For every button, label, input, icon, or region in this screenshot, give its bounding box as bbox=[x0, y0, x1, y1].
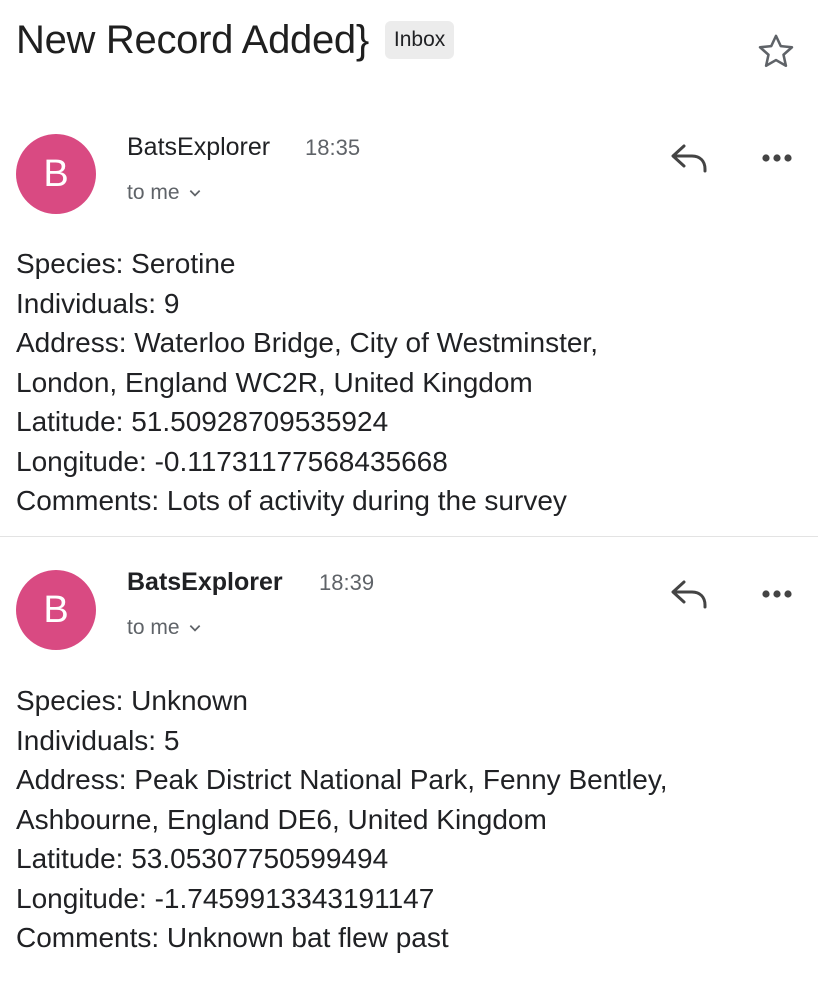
message-time: 18:35 bbox=[305, 135, 361, 160]
subject-row: New Record Added} Inbox bbox=[16, 14, 455, 66]
message-body: Species: Serotine Individuals: 9 Address… bbox=[16, 244, 598, 521]
body-line-comments: Comments: Lots of activity during the su… bbox=[16, 485, 567, 516]
body-line-address-cont: Ashbourne, England DE6, United Kingdom bbox=[16, 803, 547, 835]
body-line-individuals: Individuals: 5 bbox=[16, 724, 180, 756]
reply-icon[interactable] bbox=[668, 138, 712, 178]
message-body: Species: Unknown Individuals: 5 Address:… bbox=[16, 681, 668, 958]
recipient-text: to me bbox=[127, 616, 180, 639]
message-time: 18:39 bbox=[319, 570, 375, 595]
body-line-species: Species: Serotine bbox=[16, 248, 236, 279]
body-line-latitude: Latitude: 53.05307750599494 bbox=[16, 843, 389, 874]
sender-name[interactable]: BatsExplorer bbox=[127, 132, 270, 162]
recipient-text: to me bbox=[127, 181, 180, 204]
body-line-address-cont: London, England WC2R, United Kingdom bbox=[16, 366, 533, 398]
more-options-icon[interactable] bbox=[752, 582, 802, 606]
reply-icon[interactable] bbox=[668, 574, 712, 614]
chevron-down-icon bbox=[189, 625, 200, 632]
inbox-label-badge[interactable]: Inbox bbox=[384, 21, 455, 59]
email-subject: New Record Added} bbox=[16, 18, 369, 62]
body-line-individuals: Individuals: 9 bbox=[16, 287, 180, 319]
body-line-species: Species: Unknown bbox=[16, 685, 248, 716]
sender-avatar[interactable]: B bbox=[16, 134, 96, 214]
body-line-comments: Comments: Unknown bat flew past bbox=[16, 922, 449, 953]
body-line-address: Address: Waterloo Bridge, City of Westmi… bbox=[16, 327, 598, 358]
body-line-longitude: Longitude: -0.11731177568435668 bbox=[16, 445, 448, 477]
sender-avatar[interactable]: B bbox=[16, 570, 96, 650]
avatar-letter: B bbox=[43, 588, 69, 631]
recipient-details-toggle[interactable]: to me bbox=[127, 614, 202, 642]
recipient-details-toggle[interactable]: to me bbox=[127, 179, 202, 207]
body-line-longitude: Longitude: -1.7459913343191147 bbox=[16, 882, 435, 914]
chevron-down-icon bbox=[189, 190, 200, 197]
sender-name[interactable]: BatsExplorer bbox=[127, 567, 283, 597]
message-divider bbox=[0, 536, 818, 537]
more-options-icon[interactable] bbox=[752, 146, 802, 170]
body-line-address: Address: Peak District National Park, Fe… bbox=[16, 764, 668, 795]
avatar-letter: B bbox=[43, 152, 69, 195]
star-icon[interactable] bbox=[754, 30, 798, 74]
body-line-latitude: Latitude: 51.50928709535924 bbox=[16, 406, 389, 437]
